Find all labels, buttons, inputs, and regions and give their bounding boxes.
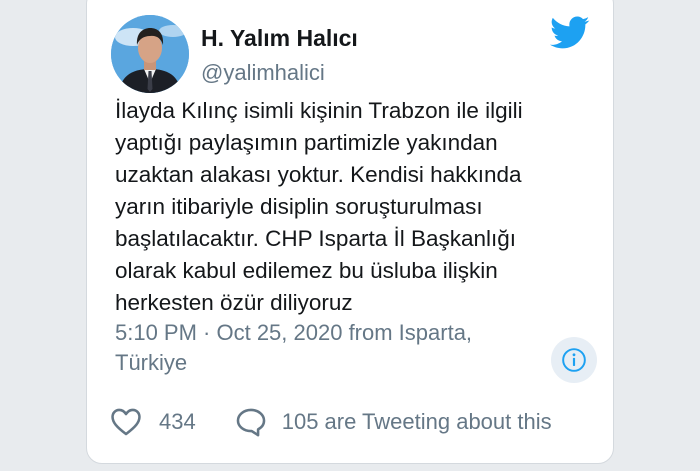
tweet-text-line: yaptığı paylaşımın partimizle yakından xyxy=(115,130,498,155)
tweet-text: İlayda Kılınç isimli kişinin Trabzon ile… xyxy=(115,95,595,319)
info-button[interactable] xyxy=(551,337,597,383)
info-icon xyxy=(562,348,586,372)
display-name[interactable]: H. Yalım Halıcı xyxy=(201,25,358,52)
timestamp-line: 5:10 PM · Oct 25, 2020 from Isparta, xyxy=(115,320,473,345)
user-handle[interactable]: @yalimhalici xyxy=(201,60,325,86)
tweet-text-line: olarak kabul edilemez bu üsluba ilişkin xyxy=(115,258,498,283)
tweet-text-line: yarın itibariyle disiplin soruşturulması xyxy=(115,194,483,219)
twitter-bird-icon[interactable] xyxy=(550,16,590,50)
avatar[interactable] xyxy=(111,15,189,93)
timestamp-location: Türkiye xyxy=(115,350,188,375)
activity-link[interactable]: 105 are Tweeting about this xyxy=(282,409,552,435)
tweet-card: H. Yalım Halıcı @yalimhalici İlayda Kılı… xyxy=(86,0,614,464)
heart-icon[interactable] xyxy=(109,405,143,439)
tweet-text-line: İlayda Kılınç isimli kişinin Trabzon ile… xyxy=(115,98,523,123)
tweet-timestamp[interactable]: 5:10 PM · Oct 25, 2020 from Isparta, Tür… xyxy=(115,318,535,378)
like-count[interactable]: 434 xyxy=(159,409,196,435)
tweet-text-line: uzaktan alakası yoktur. Kendisi hakkında xyxy=(115,162,522,187)
avatar-photo xyxy=(111,15,189,93)
tweet-text-line: başlatılacaktır. CHP Isparta İl Başkanlı… xyxy=(115,226,517,251)
speech-bubble-icon[interactable] xyxy=(234,405,268,439)
tweet-text-line: herkesten özür diliyoruz xyxy=(115,290,353,315)
tweet-actions: 434 105 are Tweeting about this xyxy=(109,405,599,439)
